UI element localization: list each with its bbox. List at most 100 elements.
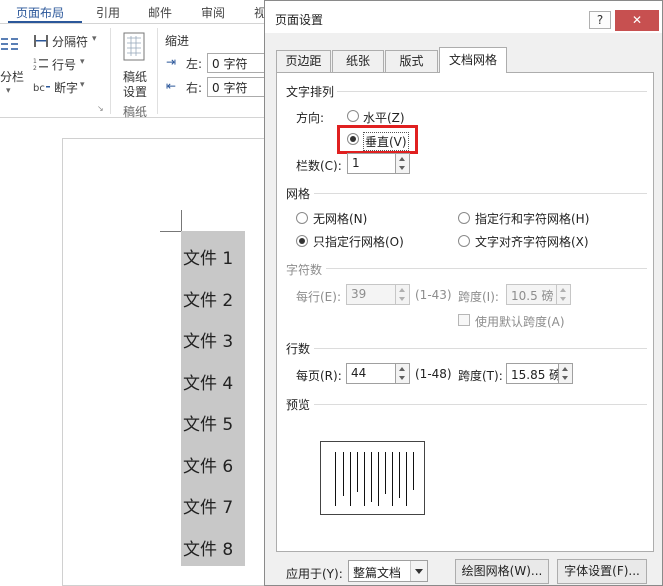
- line-numbers-icon[interactable]: 12: [33, 56, 49, 72]
- preview-line: [392, 452, 393, 506]
- hyphenation-label[interactable]: 断字: [54, 79, 78, 96]
- line-numbers-label[interactable]: 行号: [52, 56, 76, 73]
- doc-line-5[interactable]: 文件 5: [183, 410, 233, 435]
- line-numbers-dropdown-icon[interactable]: ▾: [80, 57, 85, 67]
- ribbon-tab-mailings[interactable]: 邮件: [148, 4, 172, 21]
- use-default-pitch-checkbox[interactable]: [458, 314, 470, 326]
- section-divider: [314, 404, 647, 405]
- section-divider: [326, 268, 647, 269]
- lines-per-page-label: 每页(R):: [296, 369, 342, 383]
- preview-line: [413, 452, 414, 490]
- help-button[interactable]: ?: [589, 11, 611, 29]
- preview-line: [335, 452, 336, 506]
- indent-left-icon: ⇥: [166, 55, 177, 69]
- ribbon-separator: [157, 28, 158, 114]
- radio-lines-only-grid-label[interactable]: 只指定行网格(O): [313, 233, 404, 250]
- preview-line: [357, 452, 358, 492]
- columns-count-label: 栏数(C):: [296, 159, 342, 173]
- tab-layout[interactable]: 版式: [385, 50, 438, 72]
- section-lines: 行数: [286, 342, 311, 356]
- preview-line: [406, 452, 407, 506]
- doc-line-8[interactable]: 文件 8: [183, 535, 233, 560]
- highlight-box: [337, 125, 418, 154]
- use-default-pitch-label[interactable]: 使用默认跨度(A): [475, 313, 565, 330]
- ribbon-tab-references[interactable]: 引用: [96, 4, 120, 21]
- manuscript-icon[interactable]: [122, 32, 146, 62]
- section-grid: 网格: [286, 187, 311, 201]
- radio-snap-to-chars[interactable]: [458, 235, 470, 247]
- lines-per-page-input[interactable]: 44: [346, 363, 396, 384]
- radio-horizontal-label[interactable]: 水平(Z): [363, 109, 405, 126]
- svg-text:2: 2: [33, 65, 37, 72]
- ribbon-tab-review[interactable]: 审阅: [201, 4, 225, 21]
- doc-line-1[interactable]: 文件 1: [183, 244, 233, 269]
- columns-label[interactable]: 分栏: [0, 68, 24, 85]
- preview-line: [399, 452, 400, 498]
- ribbon-tab-page-layout[interactable]: 页面布局: [16, 4, 64, 21]
- section-divider: [337, 91, 647, 92]
- chars-per-line-spinner[interactable]: [396, 284, 410, 305]
- hyphenation-dropdown-icon[interactable]: ▾: [80, 80, 85, 90]
- line-pitch-spinner[interactable]: [559, 363, 573, 384]
- hyphenation-icon[interactable]: bc: [33, 79, 51, 95]
- breaks-icon[interactable]: [33, 33, 49, 49]
- lines-per-page-range: (1-48): [415, 367, 452, 381]
- radio-no-grid-label[interactable]: 无网格(N): [313, 210, 367, 227]
- dialog-titlebar[interactable]: 页面设置 ? ✕: [265, 1, 662, 33]
- preview-line: [378, 452, 379, 506]
- draw-grid-button[interactable]: 绘图网格(W)...: [455, 559, 549, 584]
- indent-right-input[interactable]: 0 字符: [207, 77, 269, 97]
- chars-per-line-range: (1-43): [415, 288, 452, 302]
- direction-label: 方向:: [296, 111, 325, 125]
- columns-icon[interactable]: [0, 36, 20, 60]
- breaks-dropdown-icon[interactable]: ▾: [92, 34, 97, 44]
- doc-line-7[interactable]: 文件 7: [183, 493, 233, 518]
- radio-line-and-char-grid-label[interactable]: 指定行和字符网格(H): [475, 210, 589, 227]
- apply-to-label: 应用于(Y):: [286, 567, 343, 581]
- indent-right-label: 右:: [186, 81, 203, 95]
- ribbon-separator: [110, 28, 111, 114]
- crop-mark: [160, 231, 182, 232]
- chars-per-line-input[interactable]: 39: [346, 284, 396, 305]
- apply-to-dropdown-icon[interactable]: [410, 561, 427, 581]
- preview-line: [364, 452, 365, 506]
- indent-left-input[interactable]: 0 字符: [207, 53, 269, 73]
- manuscript-label-2[interactable]: 设置: [123, 83, 147, 100]
- font-settings-button[interactable]: 字体设置(F)...: [557, 559, 647, 584]
- radio-line-and-char-grid[interactable]: [458, 212, 470, 224]
- char-pitch-spinner[interactable]: [557, 284, 571, 305]
- section-divider: [314, 193, 647, 194]
- doc-line-2[interactable]: 文件 2: [183, 286, 233, 311]
- radio-horizontal[interactable]: [347, 110, 359, 122]
- doc-line-4[interactable]: 文件 4: [183, 369, 233, 394]
- columns-dropdown-icon[interactable]: ▾: [6, 86, 11, 96]
- preview-line: [371, 452, 372, 502]
- section-text-direction: 文字排列: [286, 85, 335, 99]
- section-characters: 字符数: [286, 263, 323, 277]
- columns-count-input[interactable]: 1: [347, 153, 396, 174]
- crop-mark: [181, 210, 182, 232]
- radio-no-grid[interactable]: [296, 212, 308, 224]
- line-pitch-input[interactable]: 15.85 磅: [506, 363, 559, 384]
- radio-lines-only-grid[interactable]: [296, 235, 308, 247]
- doc-line-3[interactable]: 文件 3: [183, 327, 233, 352]
- svg-text:bc: bc: [33, 83, 45, 94]
- tab-document-grid[interactable]: 文档网格: [439, 47, 507, 73]
- close-button[interactable]: ✕: [615, 10, 659, 31]
- line-pitch-label: 跨度(T):: [458, 369, 503, 383]
- char-pitch-input[interactable]: 10.5 磅: [506, 284, 557, 305]
- columns-count-spinner[interactable]: [396, 153, 410, 174]
- indent-header: 缩进: [165, 34, 190, 48]
- radio-snap-to-chars-label[interactable]: 文字对齐字符网格(X): [475, 233, 589, 250]
- char-pitch-label: 跨度(I):: [458, 290, 499, 304]
- tab-paper[interactable]: 纸张: [332, 50, 384, 72]
- preview-line: [343, 452, 344, 496]
- lines-per-page-spinner[interactable]: [396, 363, 410, 384]
- indent-left-label: 左:: [186, 57, 203, 71]
- tab-margins[interactable]: 页边距: [276, 50, 331, 72]
- active-tab-indicator: [8, 21, 82, 23]
- preview-line: [350, 452, 351, 506]
- doc-line-6[interactable]: 文件 6: [183, 452, 233, 477]
- page-setup-launcher-icon[interactable]: ↘: [97, 104, 104, 113]
- breaks-label[interactable]: 分隔符: [52, 33, 88, 50]
